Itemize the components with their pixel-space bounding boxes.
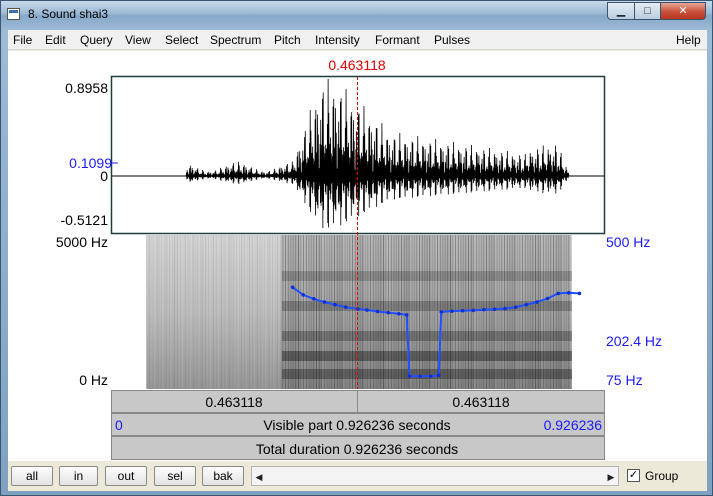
pitch-point [556,291,560,296]
pitch-point [450,309,454,313]
pitch-cursor-label: 202.4 Hz [606,333,662,349]
time-scrollbar[interactable]: ◀ ▶ [251,466,619,486]
zoom-out-button[interactable]: out [105,466,147,486]
formant-band [281,271,573,281]
menu-formant[interactable]: Formant [375,33,420,47]
cursor-time-label: 0.463118 [328,57,386,73]
pitch-point [503,306,507,311]
scroll-thumb[interactable] [266,468,604,484]
pitch-point [386,310,391,315]
menu-edit[interactable]: Edit [45,33,66,47]
pitch-point [365,308,369,312]
pitch-point [460,308,465,313]
visible-start-label: 0 [115,417,123,433]
menu-help[interactable]: Help [676,33,701,47]
group-label: Group [645,469,679,483]
formant-band [281,369,573,379]
waveform-zero-label: 0 [100,168,108,184]
zoom-back-button[interactable]: bak [202,466,244,486]
zoom-in-button[interactable]: in [59,466,98,486]
menu-view[interactable]: View [125,33,151,47]
pitch-point [492,307,497,312]
spectrogram-image [146,235,573,389]
menu-pulses[interactable]: Pulses [434,33,470,47]
pitch-point [482,307,486,312]
pitch-point [375,309,380,314]
menu-pitch[interactable]: Pitch [274,33,301,47]
pitch-point [577,291,582,296]
pitch-point [535,300,539,304]
editor-svg[interactable]: 0.463118 0.8958 0.1099 0 -0.5121 5000 Hz [8,51,707,461]
menu-file[interactable]: File [13,33,32,47]
menu-select[interactable]: Select [165,33,198,47]
pitch-point [301,293,306,297]
pitch-point [397,311,401,316]
visible-part-label: Visible part 0.926236 seconds [263,417,450,433]
maximize-button[interactable]: □ [634,2,661,20]
sound-editor-canvas[interactable]: 0.463118 0.8958 0.1099 0 -0.5121 5000 Hz [8,51,707,461]
visible-end-label: 0.926236 [544,417,603,433]
total-duration-label: Total duration 0.926236 seconds [256,441,458,457]
menu-spectrum[interactable]: Spectrum [210,33,261,47]
pitch-point [567,291,571,295]
pitch-point [545,296,550,301]
menu-bar: File Edit Query View Select Spectrum Pit… [8,30,707,50]
pitch-point [418,374,422,379]
window-title: 8. Sound shai3 [28,7,109,21]
praat-window-icon[interactable] [7,8,20,20]
pitch-point [343,305,348,309]
pitch-point [405,313,409,317]
pitch-point [524,302,529,307]
pitch-point [322,300,327,304]
group-checkbox[interactable]: ✓ [627,469,640,482]
close-button[interactable]: ✕ [660,2,706,20]
pitch-point [439,310,444,314]
menu-query[interactable]: Query [80,33,113,47]
window-client: File Edit Query View Select Spectrum Pit… [8,30,707,491]
right-duration-label: 0.463118 [452,394,510,410]
pitch-point [312,297,316,301]
formant-band [281,351,573,361]
scroll-left-arrow-icon[interactable]: ◀ [252,469,266,485]
menu-intensity[interactable]: Intensity [315,33,360,47]
formant-band [281,331,573,341]
pitch-point [436,373,441,378]
spectrogram-bottom-freq-label: 0 Hz [79,372,108,388]
title-bar[interactable]: 8. Sound shai3 ▁ □ ✕ [1,1,712,28]
pitch-bottom-label: 75 Hz [606,372,643,388]
minimize-button[interactable]: ▁ [607,2,635,20]
pitch-point [471,308,476,313]
waveform-max-label: 0.8958 [65,80,108,96]
pitch-top-label: 500 Hz [606,234,650,250]
pitch-point [407,374,412,379]
pitch-point [513,305,518,309]
scroll-right-arrow-icon[interactable]: ▶ [604,469,618,485]
pitch-point [333,302,337,307]
pitch-point [290,285,295,290]
pitch-point [428,374,433,379]
bottom-toolbar: all in out sel bak ◀ ▶ ✓ Group [8,461,707,491]
waveform-min-label: -0.5121 [61,212,109,228]
left-duration-label: 0.463118 [205,394,263,410]
zoom-all-button[interactable]: all [11,466,53,486]
praat-sound-window: 8. Sound shai3 ▁ □ ✕ File Edit Query Vie… [0,0,713,496]
spectrogram-top-freq-label: 5000 Hz [56,234,108,250]
zoom-selection-button[interactable]: sel [154,466,196,486]
